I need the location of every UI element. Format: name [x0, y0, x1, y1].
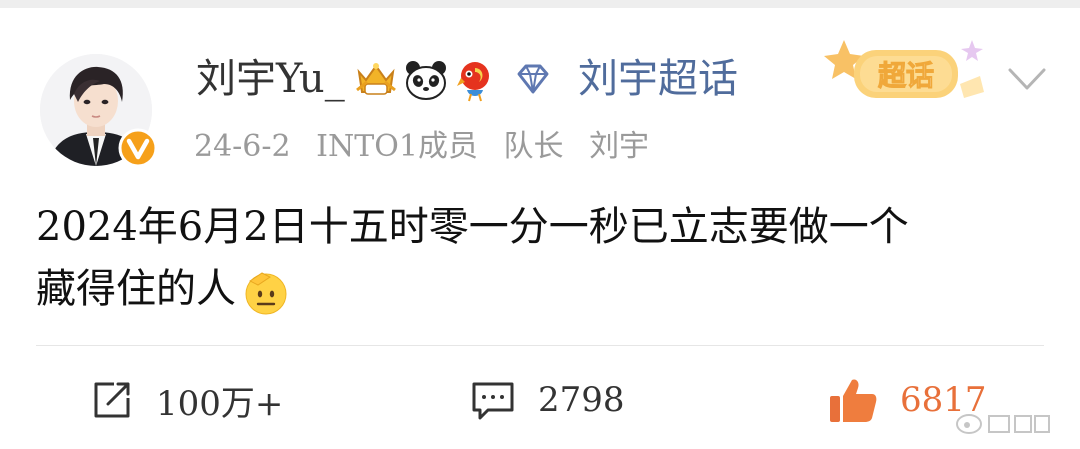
saluting-face-emoji-icon	[245, 272, 287, 315]
parrot-icon[interactable]	[455, 58, 495, 102]
post-text-line-2-text: 藏得住的人	[36, 266, 236, 312]
top-separator	[0, 0, 1080, 8]
thumbs-up-icon	[830, 379, 877, 422]
post-text-line-1: 2024年6月2日十五时零一分一秒已立志要做一个	[36, 204, 909, 250]
repost-button[interactable]: 100万+	[90, 372, 283, 428]
divider	[36, 345, 1044, 346]
supertopic-link[interactable]: 刘宇超话	[578, 52, 738, 106]
supertopic-badge-label: 超话	[878, 59, 934, 92]
weibo-post-card: 刘宇Yu_ 刘宇超话 超话 24-6-2 INTO1成员 队长 刘宇 2024年…	[0, 0, 1080, 449]
crown-rank-badge-icon[interactable]	[355, 58, 397, 102]
post-text-line-2: 藏得住的人	[36, 258, 1026, 320]
panda-icon[interactable]	[403, 58, 449, 102]
author-name[interactable]: 刘宇Yu_	[196, 52, 345, 106]
user-badges	[355, 56, 555, 104]
post-date: 24-6-2	[194, 129, 291, 164]
chevron-down-icon[interactable]	[1004, 62, 1050, 96]
repost-icon	[94, 382, 130, 418]
post-body: 2024年6月2日十五时零一分一秒已立志要做一个 藏得住的人	[36, 196, 1026, 320]
repost-count: 100万+	[156, 383, 284, 424]
supertopic-badge[interactable]: 超话	[824, 32, 994, 110]
verified-v-icon	[118, 128, 158, 168]
comment-count: 2798	[538, 380, 625, 420]
comment-icon	[472, 382, 514, 420]
post-meta: 24-6-2 INTO1成员 队长 刘宇	[194, 126, 665, 168]
author-title: INTO1成员	[316, 129, 478, 164]
comment-button[interactable]: 2798	[470, 372, 625, 428]
watermark-logo	[956, 414, 1050, 434]
author-role: 队长	[503, 129, 564, 164]
author-real-name: 刘宇	[589, 129, 650, 164]
diamond-icon[interactable]	[511, 58, 555, 102]
